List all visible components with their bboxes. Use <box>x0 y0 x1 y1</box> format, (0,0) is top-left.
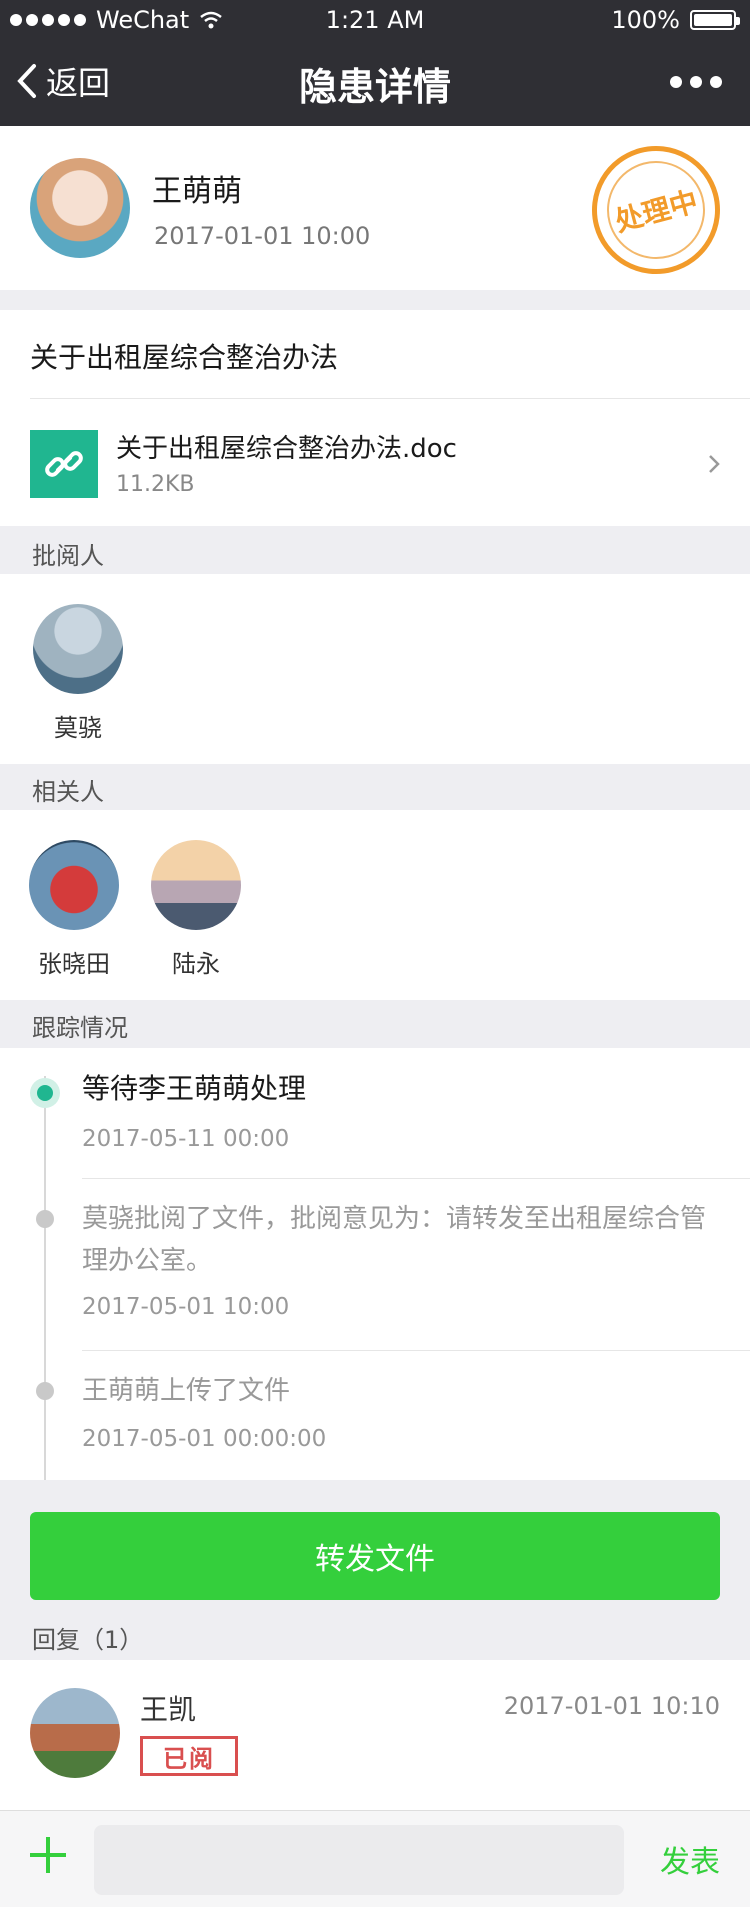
document-card: 关于出租屋综合整治办法 关于出租屋综合整治办法.doc 11.2KB <box>0 310 750 526</box>
page-title: 隐患详情 <box>298 65 451 109</box>
battery-icon <box>690 10 740 30</box>
replies-label: 回复（1） <box>32 1626 144 1654</box>
timeline-time: 2017-05-01 10:00 <box>82 1294 290 1320</box>
status-stamp-label: 处理中 <box>611 184 702 239</box>
issue-header: 王萌萌 2017-01-01 10:00 处理中 <box>0 126 750 290</box>
more-icon[interactable] <box>670 76 722 88</box>
avatar[interactable] <box>30 1688 120 1778</box>
reply-item: 王凯 2017-01-01 10:10 已阅 <box>0 1660 750 1810</box>
timeline-time: 2017-05-01 00:00:00 <box>82 1426 327 1452</box>
timeline-text: 莫骁批阅了文件，批阅意见为：请转发至出租屋综合管理办公室。 <box>82 1204 707 1276</box>
tracking-label: 跟踪情况 <box>32 1014 128 1042</box>
related-card: 张晓田 陆永 <box>0 810 750 1000</box>
reply-author: 王凯 <box>140 1693 197 1726</box>
timeline-text: 王萌萌上传了文件 <box>82 1376 291 1406</box>
related-person-name: 陆永 <box>172 950 220 978</box>
author-time: 2017-01-01 10:00 <box>154 222 371 250</box>
related-person-item[interactable]: 张晓田 <box>14 840 134 979</box>
timeline-node-active <box>30 1078 60 1108</box>
avatar <box>29 840 119 930</box>
timeline-node <box>36 1210 54 1228</box>
battery-label: 100% <box>611 6 680 34</box>
timeline-time: 2017-05-11 00:00 <box>82 1126 290 1152</box>
timeline-line <box>44 1076 46 1480</box>
file-name: 关于出租屋综合整治办法.doc <box>116 434 457 464</box>
related-label: 相关人 <box>32 778 104 806</box>
document-title: 关于出租屋综合整治办法 <box>30 341 339 374</box>
avatar <box>151 840 241 930</box>
link-icon <box>30 430 98 498</box>
status-stamp: 处理中 <box>577 131 735 289</box>
nav-bar: 返回 隐患详情 <box>0 40 750 126</box>
related-person-item[interactable]: 陆永 <box>136 840 256 979</box>
forward-file-button[interactable]: 转发文件 <box>30 1512 720 1600</box>
related-person-name: 张晓田 <box>38 950 110 978</box>
send-button[interactable]: 发表 <box>660 1837 720 1881</box>
author-name: 王萌萌 <box>152 174 242 209</box>
reply-input[interactable] <box>94 1825 624 1895</box>
plus-icon[interactable] <box>28 1835 68 1875</box>
reviewer-item[interactable]: 莫骁 <box>18 604 138 743</box>
reply-input-bar: 发表 <box>0 1810 750 1907</box>
file-size: 11.2KB <box>116 472 195 497</box>
divider <box>30 398 750 399</box>
tracking-timeline: 等待李王萌萌处理 2017-05-11 00:00 莫骁批阅了文件，批阅意见为：… <box>0 1048 750 1480</box>
reviewer-name: 莫骁 <box>54 714 102 742</box>
reviewers-label: 批阅人 <box>32 542 104 570</box>
read-badge: 已阅 <box>140 1736 238 1776</box>
avatar <box>33 604 123 694</box>
status-bar: WeChat 1:21 AM 100% <box>0 0 750 40</box>
divider <box>82 1350 750 1351</box>
divider <box>82 1178 750 1179</box>
timeline-text: 等待李王萌萌处理 <box>82 1072 307 1105</box>
reply-time: 2017-01-01 10:10 <box>503 1692 720 1720</box>
avatar[interactable] <box>30 158 130 258</box>
timeline-node <box>36 1382 54 1400</box>
chevron-right-icon <box>709 455 720 473</box>
reviewers-card: 莫骁 <box>0 574 750 764</box>
